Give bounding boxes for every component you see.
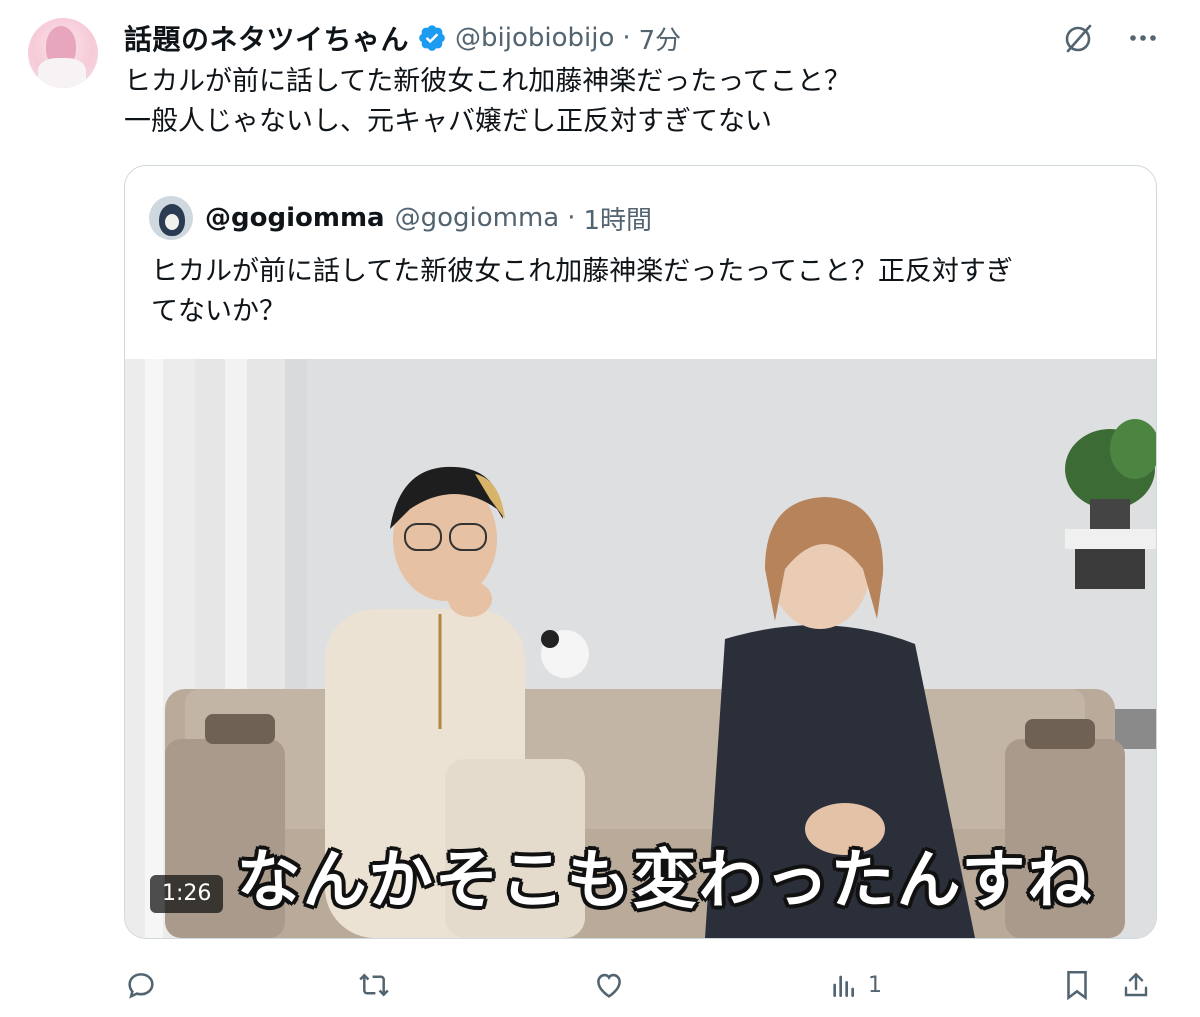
grok-icon[interactable]: [1060, 20, 1096, 56]
author-avatar[interactable]: [28, 18, 98, 88]
tweet-header: 話題のネタツイちゃん @bijobiobijo · 7分: [124, 16, 681, 60]
quoted-tweet-text: ヒカルが前に話してた新彼女これ加藤神楽だったってこと？正反対すぎ てないか？: [151, 252, 1131, 332]
quoted-tweet-header: @gogiomma @gogiomma · 1時間: [149, 196, 652, 240]
more-options-icon[interactable]: [1126, 21, 1160, 55]
author-name[interactable]: 話題のネタツイちゃん: [124, 18, 409, 58]
share-icon: [1124, 972, 1148, 997]
tweet-text: ヒカルが前に話してた新彼女これ加藤神楽だったってこと？ 一般人じゃないし、元キャ…: [124, 62, 1164, 142]
tweet-top-actions: [1060, 20, 1160, 56]
video-duration: 1:26: [150, 875, 224, 913]
avatar-figure: [38, 58, 86, 88]
like-button[interactable]: [592, 960, 626, 1010]
tweet-time[interactable]: 7分: [639, 20, 682, 57]
quoted-author-name: @gogiomma: [205, 203, 385, 233]
quoted-tweet-time: 1時間: [583, 205, 653, 236]
tweet-action-bar: 1: [124, 960, 1164, 1010]
quoted-text-line: ヒカルが前に話してた新彼女これ加藤神楽だったってこと？正反対すぎ: [151, 256, 1013, 287]
reply-icon: [128, 973, 154, 999]
author-handle[interactable]: @bijobiobijo: [455, 23, 614, 53]
quoted-text-line: てないか？: [151, 296, 286, 327]
bookmark-button[interactable]: [1062, 960, 1092, 1010]
retweet-button[interactable]: [356, 960, 392, 1010]
separator-dot: ·: [567, 203, 576, 233]
tweet-text-line: 一般人じゃないし、元キャバ嬢だし正反対すぎてない: [124, 106, 772, 137]
like-icon: [597, 973, 621, 998]
verified-badge-icon: [419, 25, 445, 51]
quoted-author-avatar: [149, 196, 193, 240]
views-button[interactable]: 1: [828, 960, 882, 1010]
bookmark-icon: [1067, 970, 1087, 1001]
video-subtitle: なんかそこも変わったんすね: [236, 844, 1094, 918]
reply-button[interactable]: [124, 960, 158, 1010]
penguin-face: [165, 214, 179, 230]
views-icon: [833, 975, 854, 997]
video-player[interactable]: 1:26 なんかそこも変わったんすね: [125, 359, 1156, 938]
retweet-icon: [359, 973, 389, 997]
separator-dot: ·: [622, 23, 631, 53]
share-button[interactable]: [1120, 960, 1152, 1010]
views-count: 1: [868, 972, 882, 998]
quoted-author-handle: @gogiomma: [394, 203, 560, 233]
tweet-text-line: ヒカルが前に話してた新彼女これ加藤神楽だったってこと？: [124, 66, 851, 97]
quoted-tweet-card[interactable]: @gogiomma @gogiomma · 1時間 ヒカルが前に話してた新彼女こ…: [124, 165, 1157, 939]
